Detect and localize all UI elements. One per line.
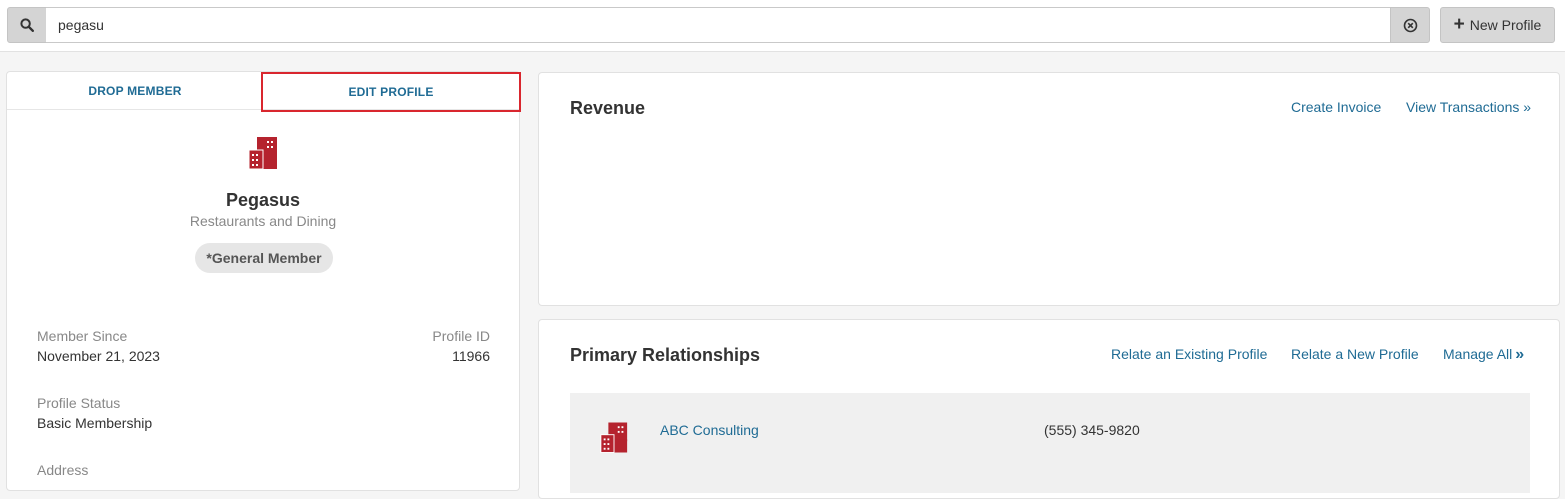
- primary-relationships-card: Primary Relationships Relate an Existing…: [538, 319, 1560, 499]
- double-chevron-right-icon: »: [1515, 346, 1525, 363]
- manage-all-link[interactable]: Manage All»: [1443, 346, 1524, 364]
- profile-id-value: 11966: [452, 348, 490, 364]
- search-input[interactable]: [46, 7, 1391, 43]
- new-profile-label: New Profile: [1469, 17, 1542, 33]
- plus-icon: +: [1453, 13, 1465, 35]
- list-item: ABC Consulting (555) 345-9820: [570, 393, 1530, 493]
- new-profile-button[interactable]: + New Profile: [1440, 7, 1555, 43]
- profile-id-label: Profile ID: [432, 328, 490, 344]
- revenue-title: Revenue: [570, 98, 646, 118]
- member-since-label: Member Since: [37, 328, 128, 344]
- relationship-phone: (555) 345-9820: [1044, 422, 1140, 438]
- address-label: Address: [37, 462, 89, 478]
- clear-search-button[interactable]: [1390, 7, 1430, 43]
- search-icon: [20, 18, 34, 32]
- drop-member-tab[interactable]: DROP MEMBER: [7, 72, 263, 110]
- edit-profile-tab[interactable]: EDIT PROFILE: [261, 72, 521, 112]
- profile-name: Pegasus: [225, 190, 301, 210]
- building-icon: [248, 137, 277, 170]
- relate-new-profile-link[interactable]: Relate a New Profile: [1291, 346, 1419, 362]
- relationship-name-link[interactable]: ABC Consulting: [660, 422, 759, 438]
- membership-badge: *General Member: [195, 243, 333, 273]
- revenue-card: Revenue Create Invoice View Transactions…: [538, 72, 1560, 306]
- search-button[interactable]: [7, 7, 47, 43]
- building-icon: [600, 422, 628, 453]
- profile-status-label: Profile Status: [37, 395, 121, 411]
- profile-category: Restaurants and Dining: [189, 213, 337, 229]
- profile-card: DROP MEMBER EDIT PROFILE Pegasus Restaur…: [6, 71, 521, 491]
- clear-circle-icon: [1403, 18, 1417, 32]
- create-invoice-link[interactable]: Create Invoice: [1291, 99, 1381, 115]
- relate-existing-profile-link[interactable]: Relate an Existing Profile: [1111, 346, 1267, 362]
- profile-status-value: Basic Membership: [37, 415, 153, 431]
- view-transactions-link[interactable]: View Transactions »: [1406, 99, 1531, 115]
- relationships-title: Primary Relationships: [570, 345, 761, 365]
- manage-all-label: Manage All: [1443, 346, 1513, 362]
- top-search-bar: + New Profile: [0, 0, 1565, 52]
- member-since-value: November 21, 2023: [37, 348, 160, 364]
